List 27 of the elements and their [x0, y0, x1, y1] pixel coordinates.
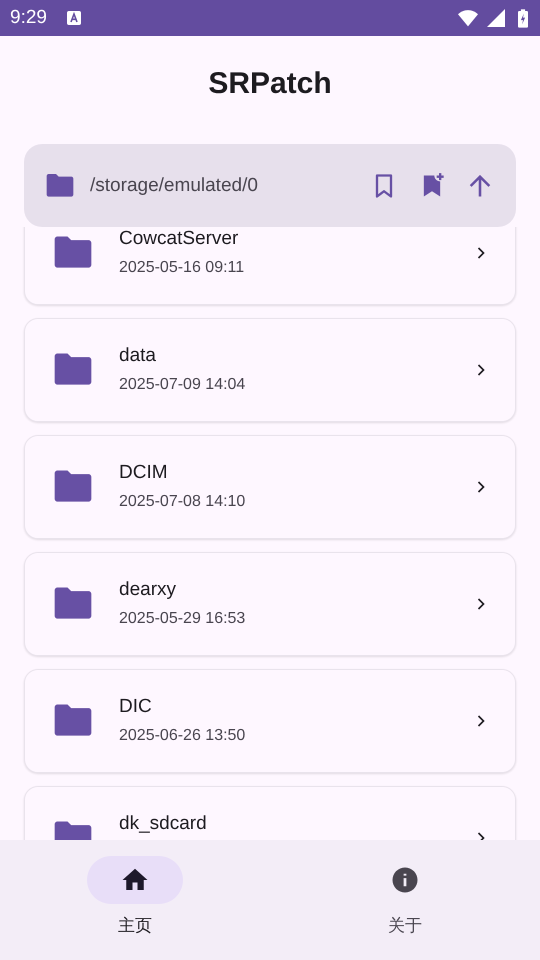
- modified-date: 2025-06-26 13:50: [119, 726, 246, 746]
- info-icon: [390, 865, 420, 895]
- app-title: SRPatch: [208, 66, 332, 102]
- folder-name: dearxy: [119, 579, 178, 601]
- signal-icon: [486, 9, 506, 27]
- folder-card[interactable]: dearxy 2025-05-29 16:53: [24, 552, 516, 656]
- folder-card[interactable]: DCIM 2025-07-08 14:10: [24, 435, 516, 539]
- folder-name: DIC: [119, 696, 153, 718]
- folder-card[interactable]: CowcatServer 2025-05-16 09:11: [24, 227, 516, 305]
- folder-name: DCIM: [119, 462, 169, 484]
- battery-icon: [518, 8, 528, 28]
- modified-date: 2025-07-09 14:04: [119, 375, 246, 395]
- current-path: /storage/emulated/0: [90, 174, 259, 196]
- folder-name: data: [119, 345, 157, 367]
- folder-card[interactable]: DIC 2025-06-26 13:50: [24, 669, 516, 773]
- nav-tab[interactable]: 主页: [75, 856, 195, 946]
- nav-tab[interactable]: 关于: [345, 856, 465, 946]
- keyboard-notification-icon: [66, 11, 81, 25]
- clock-time: 9:29: [10, 7, 47, 29]
- folder-card[interactable]: data 2025-07-09 14:04: [24, 318, 516, 422]
- modified-date: 2025-05-16 09:11: [119, 258, 246, 278]
- modified-date: 2025-07-08 14:10: [119, 492, 246, 512]
- folder-card[interactable]: dk_sdcard: [24, 786, 516, 840]
- modified-date: 2025-05-29 16:53: [119, 609, 246, 629]
- wifi-icon: [458, 9, 478, 27]
- folder-name: CowcatServer: [119, 228, 240, 250]
- folder-name: dk_sdcard: [119, 813, 208, 835]
